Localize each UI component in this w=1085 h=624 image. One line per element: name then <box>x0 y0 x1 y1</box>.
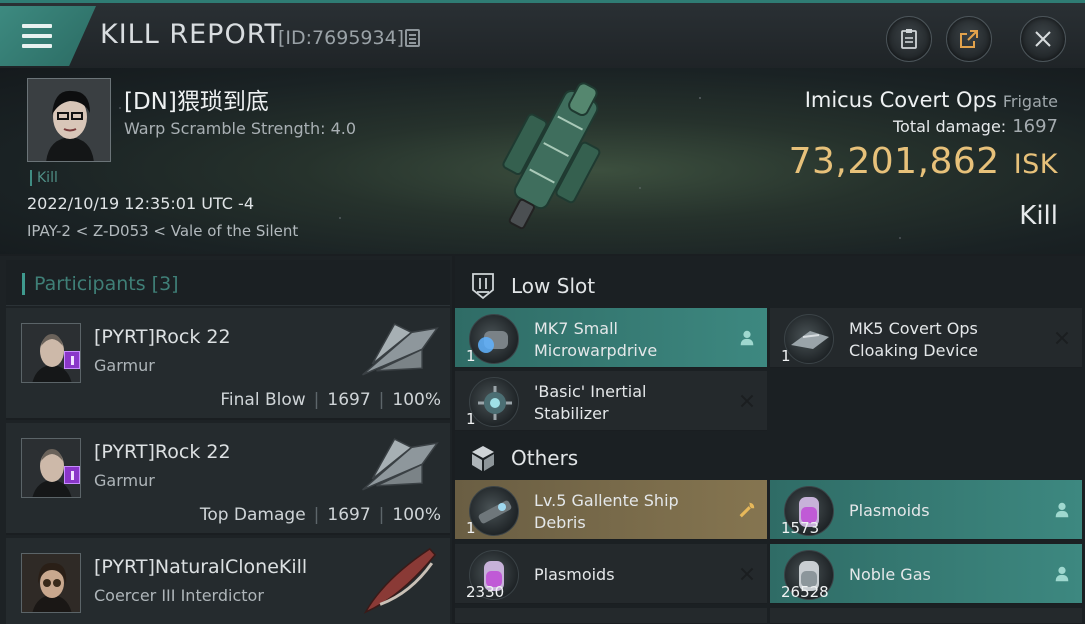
participant-percent: 100% <box>392 390 441 410</box>
participants-count: [3] <box>151 273 179 295</box>
victim-name[interactable]: [DN]猥琐到底 <box>124 82 269 116</box>
module-item[interactable] <box>770 608 1082 624</box>
isk-amount: 73,201,862 <box>788 141 1000 182</box>
participant-ship: Garmur <box>94 471 155 490</box>
module-item[interactable]: 2330 Plasmoids <box>455 544 767 604</box>
module-item[interactable] <box>455 608 767 624</box>
low-slot-label: Low Slot <box>511 274 596 298</box>
ship-debris-icon <box>469 486 519 536</box>
others-label: Others <box>511 446 579 470</box>
kill-datetime: 2022/10/19 12:35:01 UTC -4 <box>27 194 255 213</box>
title-bar: KILL REPORT [ID:7695934] <box>0 0 1085 68</box>
participant-role: Final Blow <box>220 390 306 410</box>
module-item[interactable]: 1 Lv.5 Gallente Ship Debris <box>455 480 767 540</box>
item-quantity: 1 <box>781 347 791 365</box>
faction-badge-icon <box>64 351 80 369</box>
item-quantity: 26528 <box>781 583 829 601</box>
participant-name[interactable]: [PYRT]Rock 22 <box>94 441 231 463</box>
item-name: Noble Gas <box>849 565 931 584</box>
victim-ship[interactable]: Imicus Covert Ops Frigate <box>805 88 1058 112</box>
page-title: KILL REPORT <box>100 19 282 50</box>
participant-ship-image[interactable] <box>350 312 448 392</box>
item-name: Lv.5 Gallente Ship Debris <box>534 491 679 532</box>
close-icon <box>1035 31 1051 47</box>
isk-value: 73,201,862 ISK <box>789 141 1058 182</box>
item-quantity: 2330 <box>466 583 505 601</box>
microwarpdrive-icon <box>469 314 519 364</box>
module-item[interactable]: 1 MK7 Small Microwarpdrive <box>455 308 767 368</box>
participant-damage: 1697 <box>327 390 371 410</box>
item-name: Plasmoids <box>849 501 930 520</box>
wrench-icon <box>737 500 757 520</box>
kill-location[interactable]: IPAY-2 < Z-D053 < Vale of the Silent <box>27 222 298 240</box>
others-header: Others <box>455 432 1085 482</box>
total-damage-label: Total damage: <box>892 117 1007 136</box>
participant-name[interactable]: [PYRT]Rock 22 <box>94 326 231 348</box>
participant-role: Top Damage <box>199 505 306 525</box>
cargo-box-icon <box>472 446 494 471</box>
total-damage: Total damage: 1697 <box>893 116 1058 137</box>
destroyed-x-icon <box>737 564 757 584</box>
menu-button[interactable] <box>0 6 96 66</box>
avatar[interactable] <box>21 553 81 613</box>
participants-header: Participants [3] <box>6 260 450 306</box>
participant-row[interactable]: [PYRT]Rock 22 Garmur Final Blow | 1697 | 100… <box>6 308 450 420</box>
participant-ship-image[interactable] <box>350 542 448 622</box>
destroyed-x-icon <box>737 391 757 411</box>
dropped-person-icon <box>737 328 757 348</box>
isk-unit: ISK <box>1013 149 1058 180</box>
victim-panel: [DN]猥琐到底 Warp Scramble Strength: 4.0 Kil… <box>0 68 1085 254</box>
item-quantity: 1 <box>466 347 476 365</box>
victim-ship-class: Frigate <box>1002 92 1058 111</box>
low-slot-header: Low Slot <box>455 260 1085 310</box>
faction-badge-icon <box>64 466 80 484</box>
victim-ship-name: Imicus Covert Ops <box>804 88 997 112</box>
share-button[interactable] <box>946 16 992 62</box>
cloaking-device-icon <box>784 314 834 364</box>
hamburger-icon <box>22 24 52 54</box>
victim-ship-image[interactable] <box>470 68 630 254</box>
clipboard-button[interactable] <box>886 16 932 62</box>
participant-row[interactable]: [PYRT]NaturalCloneKill Coercer III Inter… <box>6 538 450 624</box>
module-item[interactable]: 1 MK5 Covert Ops Cloaking Device <box>770 308 1082 368</box>
low-slot-icon <box>472 273 494 300</box>
participant-stats: Final Blow | 1697 | 100% <box>220 390 441 410</box>
warp-scramble-strength: Warp Scramble Strength: 4.0 <box>124 119 357 138</box>
participants-panel: Participants [3] [PYRT]Rock 22 Garmur Fi… <box>0 256 452 624</box>
portrait-image <box>28 79 110 161</box>
item-quantity: 1573 <box>781 519 820 537</box>
copy-icon[interactable] <box>405 29 420 47</box>
item-name: Plasmoids <box>534 565 615 584</box>
destroyed-x-icon <box>1052 328 1072 348</box>
participant-ship: Garmur <box>94 356 155 375</box>
module-item[interactable]: 26528 Noble Gas <box>770 544 1082 604</box>
item-name: MK7 Small Microwarpdrive <box>534 319 658 360</box>
clipboard-icon <box>901 29 917 49</box>
dropped-person-icon <box>1052 500 1072 520</box>
item-name: MK5 Covert Ops Cloaking Device <box>849 319 979 360</box>
participant-damage: 1697 <box>327 505 371 525</box>
total-damage-value: 1697 <box>1012 116 1058 137</box>
participant-name[interactable]: [PYRT]NaturalCloneKill <box>94 556 307 578</box>
participant-ship: Coercer III Interdictor <box>94 586 264 605</box>
module-item[interactable]: 1 'Basic' Inertial Stabilizer <box>455 371 767 431</box>
share-icon <box>960 30 978 48</box>
dropped-person-icon <box>1052 564 1072 584</box>
item-name: 'Basic' Inertial Stabilizer <box>534 382 647 423</box>
participant-percent: 100% <box>392 505 441 525</box>
victim-avatar[interactable] <box>27 78 111 162</box>
modules-panel: Low Slot 1 MK7 Small Microwarpdrive 1 MK… <box>455 256 1085 624</box>
module-item[interactable]: 1573 Plasmoids <box>770 480 1082 540</box>
participant-row[interactable]: [PYRT]Rock 22 Garmur Top Damage | 1697 | 100… <box>6 423 450 535</box>
close-button[interactable] <box>1020 16 1066 62</box>
kill-result: Kill <box>1019 201 1058 231</box>
participant-stats: Top Damage | 1697 | 100% <box>199 505 441 525</box>
participants-label: Participants <box>34 273 146 295</box>
kill-tag: Kill <box>30 170 58 186</box>
item-quantity: 1 <box>466 410 476 428</box>
item-quantity: 1 <box>466 519 476 537</box>
inertial-stabilizer-icon <box>469 377 519 427</box>
participant-ship-image[interactable] <box>350 427 448 507</box>
report-id: [ID:7695934] <box>278 27 405 49</box>
